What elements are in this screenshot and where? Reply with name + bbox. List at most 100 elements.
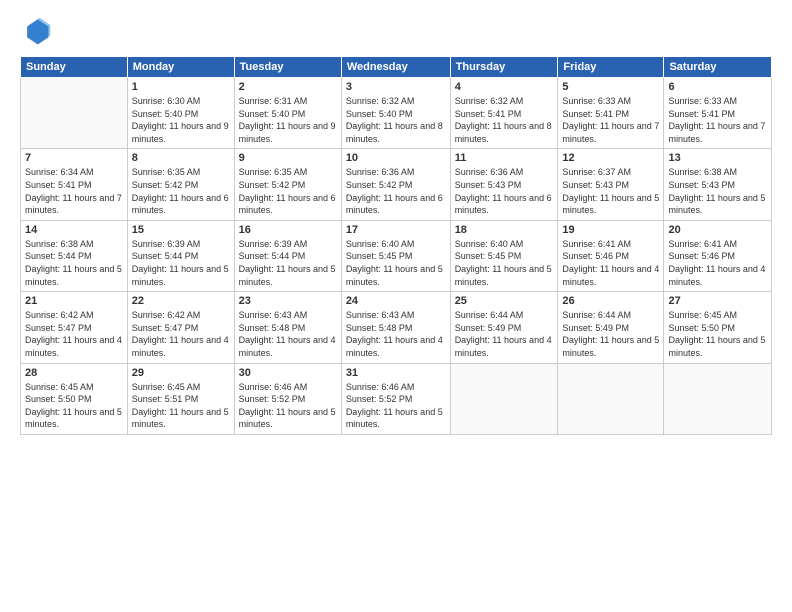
day-info: Sunrise: 6:44 AMSunset: 5:49 PMDaylight:… (455, 309, 554, 359)
day-info: Sunrise: 6:32 AMSunset: 5:41 PMDaylight:… (455, 95, 554, 145)
col-header-monday: Monday (127, 57, 234, 78)
calendar-cell: 15 Sunrise: 6:39 AMSunset: 5:44 PMDayligh… (127, 220, 234, 291)
calendar-cell: 1 Sunrise: 6:30 AMSunset: 5:40 PMDaylight… (127, 78, 234, 149)
calendar-table: SundayMondayTuesdayWednesdayThursdayFrid… (20, 56, 772, 435)
day-info: Sunrise: 6:34 AMSunset: 5:41 PMDaylight:… (25, 166, 123, 216)
calendar-week-row: 28 Sunrise: 6:45 AMSunset: 5:50 PMDayligh… (21, 363, 772, 434)
calendar-cell: 7 Sunrise: 6:34 AMSunset: 5:41 PMDaylight… (21, 149, 128, 220)
day-number: 18 (455, 224, 554, 236)
day-info: Sunrise: 6:30 AMSunset: 5:40 PMDaylight:… (132, 95, 230, 145)
day-number: 5 (562, 81, 659, 93)
calendar-cell (21, 78, 128, 149)
calendar-cell (450, 363, 558, 434)
page: SundayMondayTuesdayWednesdayThursdayFrid… (0, 0, 792, 612)
day-number: 13 (668, 152, 767, 164)
calendar-cell: 30 Sunrise: 6:46 AMSunset: 5:52 PMDayligh… (234, 363, 341, 434)
calendar-cell: 17 Sunrise: 6:40 AMSunset: 5:45 PMDayligh… (341, 220, 450, 291)
day-number: 12 (562, 152, 659, 164)
calendar-cell: 29 Sunrise: 6:45 AMSunset: 5:51 PMDayligh… (127, 363, 234, 434)
day-info: Sunrise: 6:41 AMSunset: 5:46 PMDaylight:… (562, 238, 659, 288)
day-number: 22 (132, 295, 230, 307)
day-number: 1 (132, 81, 230, 93)
calendar-header-row: SundayMondayTuesdayWednesdayThursdayFrid… (21, 57, 772, 78)
calendar-cell: 9Sunrise: 6:35 AMSunset: 5:42 PMDaylight… (234, 149, 341, 220)
day-info: Sunrise: 6:43 AMSunset: 5:48 PMDaylight:… (346, 309, 446, 359)
day-number: 15 (132, 224, 230, 236)
calendar-week-row: 21 Sunrise: 6:42 AMSunset: 5:47 PMDayligh… (21, 292, 772, 363)
calendar-cell: 12 Sunrise: 6:37 AMSunset: 5:43 PMDayligh… (558, 149, 664, 220)
day-number: 26 (562, 295, 659, 307)
calendar-cell: 26 Sunrise: 6:44 AMSunset: 5:49 PMDayligh… (558, 292, 664, 363)
col-header-tuesday: Tuesday (234, 57, 341, 78)
day-number: 27 (668, 295, 767, 307)
day-info: Sunrise: 6:33 AMSunset: 5:41 PMDaylight:… (668, 95, 767, 145)
day-number: 20 (668, 224, 767, 236)
calendar-week-row: 7 Sunrise: 6:34 AMSunset: 5:41 PMDaylight… (21, 149, 772, 220)
calendar-cell (558, 363, 664, 434)
calendar-cell: 4 Sunrise: 6:32 AMSunset: 5:41 PMDaylight… (450, 78, 558, 149)
day-info: Sunrise: 6:46 AMSunset: 5:52 PMDaylight:… (346, 381, 446, 431)
calendar-cell: 24 Sunrise: 6:43 AMSunset: 5:48 PMDayligh… (341, 292, 450, 363)
calendar-cell: 23Sunrise: 6:43 AMSunset: 5:48 PMDayligh… (234, 292, 341, 363)
calendar-cell: 25 Sunrise: 6:44 AMSunset: 5:49 PMDayligh… (450, 292, 558, 363)
day-info: Sunrise: 6:40 AMSunset: 5:45 PMDaylight:… (346, 238, 446, 288)
day-number: 28 (25, 367, 123, 379)
day-info: Sunrise: 6:42 AMSunset: 5:47 PMDaylight:… (132, 309, 230, 359)
day-info: Sunrise: 6:33 AMSunset: 5:41 PMDaylight:… (562, 95, 659, 145)
calendar-cell: 16 Sunrise: 6:39 AMSunset: 5:44 PMDayligh… (234, 220, 341, 291)
day-number: 17 (346, 224, 446, 236)
day-info: Sunrise: 6:35 AMSunset: 5:42 PMDaylight:… (132, 166, 230, 216)
day-info: Sunrise: 6:45 AMSunset: 5:50 PMDaylight:… (668, 309, 767, 359)
calendar-cell: 19Sunrise: 6:41 AMSunset: 5:46 PMDayligh… (558, 220, 664, 291)
day-number: 7 (25, 152, 123, 164)
day-number: 14 (25, 224, 123, 236)
calendar-cell: 20Sunrise: 6:41 AMSunset: 5:46 PMDayligh… (664, 220, 772, 291)
day-number: 10 (346, 152, 446, 164)
day-info: Sunrise: 6:36 AMSunset: 5:42 PMDaylight:… (346, 166, 446, 216)
calendar-cell: 22 Sunrise: 6:42 AMSunset: 5:47 PMDayligh… (127, 292, 234, 363)
day-info: Sunrise: 6:32 AMSunset: 5:40 PMDaylight:… (346, 95, 446, 145)
calendar-cell: 6 Sunrise: 6:33 AMSunset: 5:41 PMDaylight… (664, 78, 772, 149)
calendar-cell: 14Sunrise: 6:38 AMSunset: 5:44 PMDayligh… (21, 220, 128, 291)
calendar-cell: 28 Sunrise: 6:45 AMSunset: 5:50 PMDayligh… (21, 363, 128, 434)
calendar-week-row: 14Sunrise: 6:38 AMSunset: 5:44 PMDayligh… (21, 220, 772, 291)
day-number: 24 (346, 295, 446, 307)
calendar-cell: 5 Sunrise: 6:33 AMSunset: 5:41 PMDaylight… (558, 78, 664, 149)
day-number: 30 (239, 367, 337, 379)
day-info: Sunrise: 6:31 AMSunset: 5:40 PMDaylight:… (239, 95, 337, 145)
day-info: Sunrise: 6:45 AMSunset: 5:51 PMDaylight:… (132, 381, 230, 431)
header (20, 16, 772, 48)
day-info: Sunrise: 6:39 AMSunset: 5:44 PMDaylight:… (132, 238, 230, 288)
day-number: 16 (239, 224, 337, 236)
day-info: Sunrise: 6:37 AMSunset: 5:43 PMDaylight:… (562, 166, 659, 216)
day-number: 9 (239, 152, 337, 164)
day-number: 4 (455, 81, 554, 93)
day-info: Sunrise: 6:42 AMSunset: 5:47 PMDaylight:… (25, 309, 123, 359)
day-info: Sunrise: 6:43 AMSunset: 5:48 PMDaylight:… (239, 309, 337, 359)
calendar-cell: 27 Sunrise: 6:45 AMSunset: 5:50 PMDayligh… (664, 292, 772, 363)
calendar-cell: 18Sunrise: 6:40 AMSunset: 5:45 PMDayligh… (450, 220, 558, 291)
col-header-wednesday: Wednesday (341, 57, 450, 78)
day-info: Sunrise: 6:45 AMSunset: 5:50 PMDaylight:… (25, 381, 123, 431)
calendar-cell: 21 Sunrise: 6:42 AMSunset: 5:47 PMDayligh… (21, 292, 128, 363)
day-number: 31 (346, 367, 446, 379)
day-info: Sunrise: 6:46 AMSunset: 5:52 PMDaylight:… (239, 381, 337, 431)
day-number: 6 (668, 81, 767, 93)
col-header-friday: Friday (558, 57, 664, 78)
day-info: Sunrise: 6:44 AMSunset: 5:49 PMDaylight:… (562, 309, 659, 359)
calendar-week-row: 1 Sunrise: 6:30 AMSunset: 5:40 PMDaylight… (21, 78, 772, 149)
col-header-thursday: Thursday (450, 57, 558, 78)
col-header-saturday: Saturday (664, 57, 772, 78)
day-number: 29 (132, 367, 230, 379)
day-number: 2 (239, 81, 337, 93)
day-number: 3 (346, 81, 446, 93)
day-number: 11 (455, 152, 554, 164)
logo-icon (20, 16, 52, 48)
calendar-cell: 11 Sunrise: 6:36 AMSunset: 5:43 PMDayligh… (450, 149, 558, 220)
day-info: Sunrise: 6:36 AMSunset: 5:43 PMDaylight:… (455, 166, 554, 216)
day-number: 21 (25, 295, 123, 307)
day-info: Sunrise: 6:39 AMSunset: 5:44 PMDaylight:… (239, 238, 337, 288)
calendar-cell (664, 363, 772, 434)
calendar-cell: 3 Sunrise: 6:32 AMSunset: 5:40 PMDaylight… (341, 78, 450, 149)
day-number: 25 (455, 295, 554, 307)
